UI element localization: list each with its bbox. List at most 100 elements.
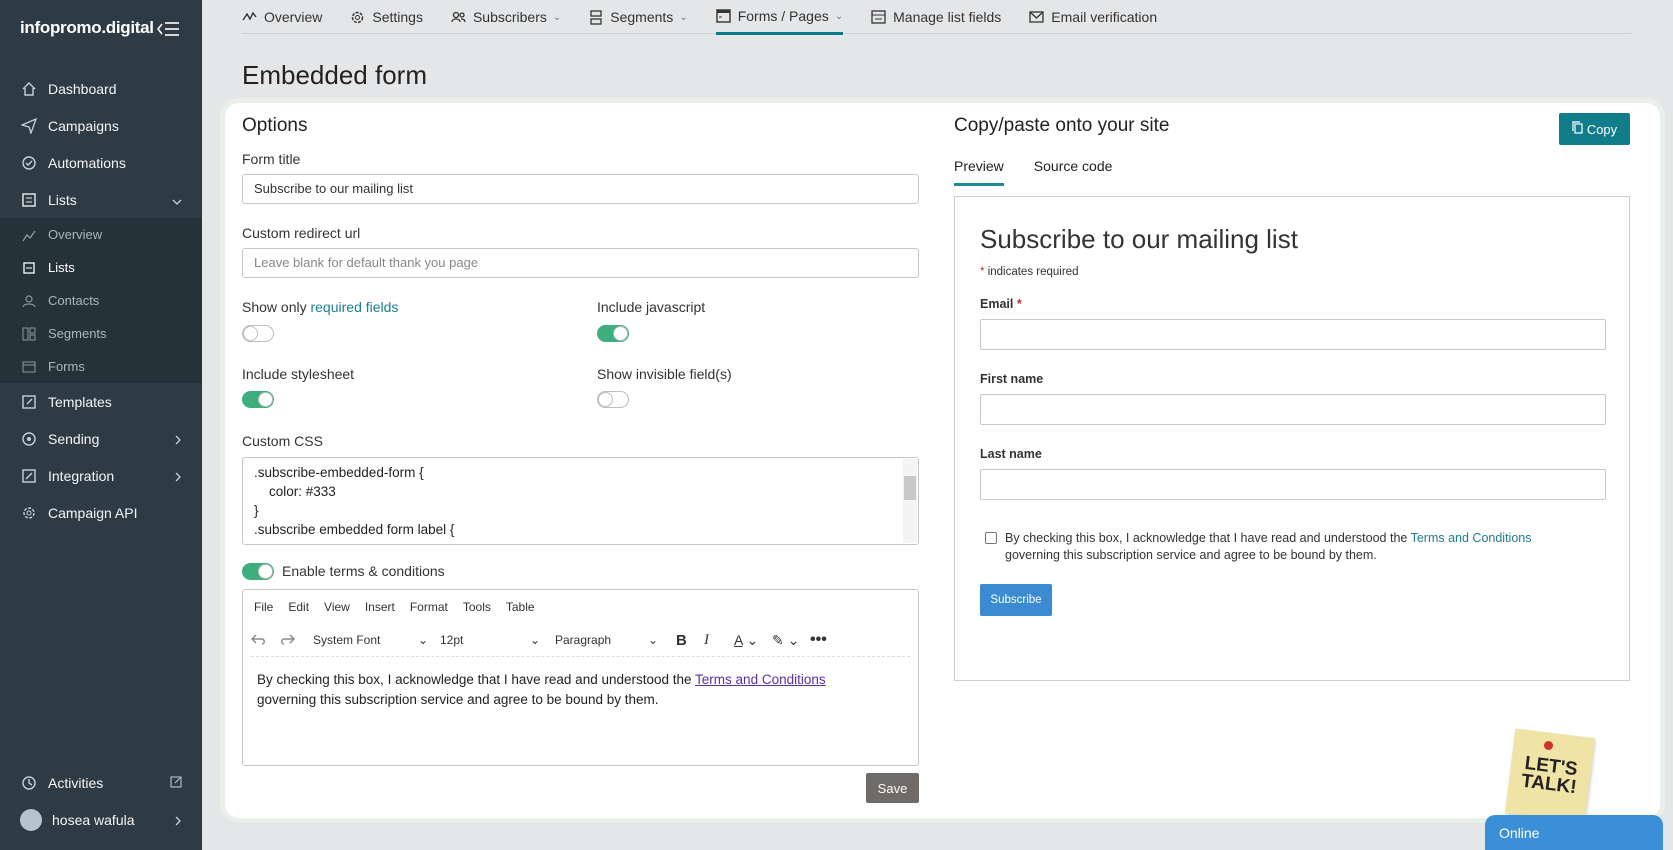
show-required-toggle[interactable] [242,325,274,342]
editor-toolbar: System Font ⌄ 12pt ⌄ Paragraph ⌄ B I A ⌄ ✎ … [251,628,911,652]
chevron-down-icon: ⌄ [834,10,844,22]
tab-preview[interactable]: Preview [954,150,1004,186]
menu-tools[interactable]: Tools [463,600,491,614]
block-format-select[interactable]: Paragraph ⌄ [555,633,658,647]
last-name-field[interactable] [980,469,1606,500]
chevron-down-icon: ⌄ [552,11,562,23]
collapse-sidebar-icon[interactable] [156,20,180,38]
copy-paste-title: Copy/paste onto your site [954,115,1170,136]
home-icon [20,80,38,98]
terms-link[interactable]: Terms and Conditions [1411,531,1532,545]
last-name-label: Last name [980,447,1042,461]
redirect-url-input[interactable]: Leave blank for default thank you page [242,248,919,278]
redo-icon[interactable] [279,632,313,649]
sidebar-user[interactable]: hosea wafula [0,801,202,838]
sidebar-item-label: Integration [48,467,115,484]
custom-css-textarea[interactable]: .subscribe-embedded-form { color: #333 }… [242,457,919,545]
sidebar-subitem-forms[interactable]: Forms [0,350,202,383]
terms-checkbox[interactable] [985,532,997,544]
chat-online-tab[interactable]: Online [1485,815,1663,850]
terms-link[interactable]: Terms and Conditions [695,672,826,687]
include-stylesheet-label: Include stylesheet [242,366,355,382]
font-size-select[interactable]: 12pt ⌄ [440,633,540,647]
form-title-input[interactable]: Subscribe to our mailing list [242,174,919,204]
sidebar-item-sending[interactable]: Sending [0,420,202,457]
sidebar-item-label: Overview [48,227,103,242]
sidebar-item-label: Templates [48,393,112,410]
copy-icon [1572,121,1583,137]
sidebar-item-dashboard[interactable]: Dashboard [0,70,202,107]
css-line: } [254,503,259,518]
bold-icon[interactable]: B [676,632,704,649]
sidebar-subitem-lists[interactable]: Lists [0,251,202,284]
chart-icon [20,226,38,244]
sidebar-subitem-segments[interactable]: Segments [0,317,202,350]
tab-settings[interactable]: Settings [350,0,423,34]
sidebar-item-lists[interactable]: Lists [0,181,202,218]
scrollbar-thumb[interactable] [904,476,916,500]
menu-edit[interactable]: Edit [288,600,309,614]
undo-icon[interactable] [251,632,279,649]
copy-button[interactable]: Copy [1559,113,1630,145]
show-required-label: Show only required fields [242,299,398,315]
terms-toggle-label: Enable terms & conditions [282,563,445,579]
preview-form-title: Subscribe to our mailing list [980,224,1298,254]
tab-forms-pages[interactable]: Forms / Pages ⌄ [715,0,844,35]
sidebar-item-label: Lists [48,260,75,275]
first-name-field[interactable] [980,394,1606,425]
send-icon [20,117,38,135]
chevron-down-icon: ⌄ [647,633,658,647]
text-color-icon[interactable]: A ⌄ [734,632,772,649]
tab-manage-list-fields[interactable]: Manage list fields [871,0,1001,34]
mail-check-icon [1029,10,1044,24]
sidebar-item-automations[interactable]: Automations [0,144,202,181]
sidebar-item-templates[interactable]: Templates [0,383,202,420]
sidebar-item-label: Dashboard [48,80,117,97]
tab-subscribers[interactable]: Subscribers ⌄ [451,0,561,34]
editor-content[interactable]: By checking this box, I acknowledge that… [257,670,897,710]
menu-view[interactable]: View [324,600,350,614]
font-family-select[interactable]: System Font ⌄ [313,633,428,647]
sidebar-item-campaign-api[interactable]: Campaign API [0,494,202,531]
sidebar-item-label: Lists [48,191,77,208]
sidebar-item-activities[interactable]: Activities [0,764,202,801]
required-fields-link[interactable]: required fields [310,299,398,315]
tab-overview[interactable]: Overview [242,0,322,34]
highlight-icon[interactable]: ✎ ⌄ [772,632,810,649]
sidebar-item-integration[interactable]: Integration [0,457,202,494]
form-icon [20,358,38,376]
required-note-text: indicates required [987,266,1079,278]
tab-segments[interactable]: Segments ⌄ [589,0,688,34]
first-name-label: First name [980,372,1044,386]
menu-insert[interactable]: Insert [365,600,395,614]
show-invisible-toggle[interactable] [597,391,629,408]
form-icon [716,9,731,23]
menu-format[interactable]: Format [410,600,448,614]
menu-table[interactable]: Table [506,600,535,614]
sidebar-item-label: Contacts [48,293,100,308]
save-button[interactable]: Save [866,773,919,803]
email-field[interactable] [980,319,1606,350]
brand-logo[interactable]: infopromo.digital [20,18,154,38]
sidebar-subitem-contacts[interactable]: Contacts [0,284,202,317]
more-icon[interactable]: ••• [810,631,827,649]
fields-icon [871,10,886,24]
css-line: .subscribe embedded form label { [254,522,455,537]
tab-email-verification[interactable]: Email verification [1029,0,1157,34]
terms-toggle[interactable] [242,563,274,580]
chevron-down-icon: ⌄ [529,633,540,647]
external-link-icon[interactable] [170,775,182,791]
include-stylesheet-toggle[interactable] [242,391,274,408]
editor-text: By checking this box, I acknowledge that… [257,672,696,687]
subscribe-button[interactable]: Subscribe [980,584,1052,616]
editor-text: governing this subscription service and … [257,692,659,707]
options-title: Options [242,115,308,136]
tab-source-code[interactable]: Source code [1034,150,1113,186]
scrollbar[interactable] [903,459,917,543]
required-note: * indicates required [980,266,1078,278]
sidebar-subitem-overview[interactable]: Overview [0,218,202,251]
italic-icon[interactable]: I [704,632,734,649]
sidebar-item-campaigns[interactable]: Campaigns [0,107,202,144]
menu-file[interactable]: File [254,600,273,614]
include-javascript-toggle[interactable] [597,325,629,342]
